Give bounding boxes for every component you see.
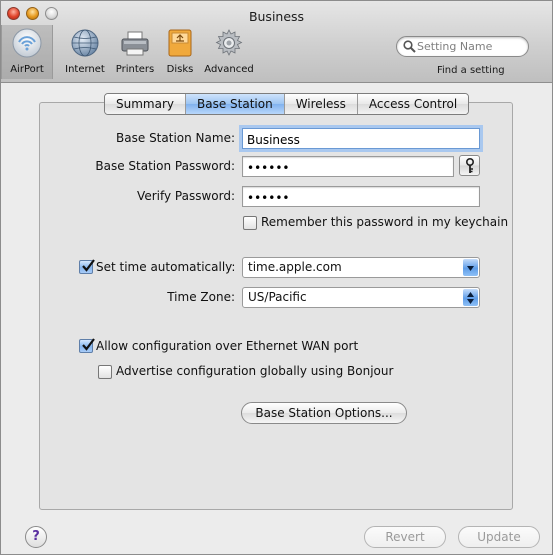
time-zone-popup[interactable]: US/Pacific (242, 287, 480, 308)
tab-wireless[interactable]: Wireless (284, 94, 358, 114)
allow-wan-config-label: Allow configuration over Ethernet WAN po… (96, 339, 359, 353)
window-title: Business (248, 9, 305, 24)
globe-icon (71, 29, 99, 57)
allow-wan-config-checkbox[interactable] (79, 338, 95, 353)
toolbar-item-advanced[interactable]: Advanced (201, 25, 257, 79)
verify-password-label: Verify Password: (137, 189, 235, 203)
time-zone-dropdown-button[interactable] (463, 289, 478, 306)
toolbar-item-internet[interactable]: Internet (61, 25, 109, 79)
checkmark-icon (82, 338, 95, 351)
magnifier-icon (403, 40, 416, 53)
tab-bar: Summary Base Station Wireless Access Con… (104, 93, 470, 115)
revert-button[interactable]: Revert (364, 526, 446, 548)
time-zone-value: US/Pacific (248, 290, 307, 304)
gear-icon (215, 29, 243, 56)
toolbar-item-label: Disks (166, 64, 194, 75)
remember-keychain-checkbox[interactable] (243, 216, 257, 230)
disk-icon (168, 29, 192, 57)
base-station-name-label: Base Station Name: (116, 131, 235, 145)
airport-icon (12, 28, 42, 58)
advertise-bonjour-label: Advertise configuration globally using B… (116, 364, 394, 378)
base-station-name-field[interactable] (242, 128, 480, 150)
keychain-button[interactable] (459, 155, 480, 176)
time-zone-label: Time Zone: (167, 290, 235, 304)
help-button[interactable]: ? (25, 526, 47, 548)
advertise-bonjour-checkbox[interactable] (98, 365, 112, 379)
base-station-name-input[interactable] (243, 130, 479, 150)
base-station-password-label: Base Station Password: (95, 159, 235, 173)
toolbar-item-airport[interactable]: AirPort (1, 25, 53, 79)
key-icon (466, 158, 474, 173)
verify-password-field[interactable] (242, 186, 480, 208)
toolbar-item-label: Internet (65, 64, 105, 75)
time-server-value: time.apple.com (248, 260, 342, 274)
base-station-password-input[interactable] (243, 158, 453, 178)
time-server-combo[interactable]: time.apple.com (242, 257, 480, 278)
time-server-dropdown-button[interactable] (463, 259, 478, 276)
toolbar: Business AirPort Internet Printers Disks… (1, 1, 552, 83)
set-time-automatically-label: Set time automatically: (96, 260, 236, 274)
toolbar-item-label: Advanced (204, 64, 254, 75)
checkmark-icon (82, 259, 95, 272)
up-down-arrows-icon (467, 292, 474, 304)
toolbar-item-label: AirPort (10, 64, 44, 75)
update-button[interactable]: Update (458, 526, 540, 548)
tab-base-station[interactable]: Base Station (186, 94, 285, 114)
verify-password-input[interactable] (243, 188, 479, 208)
remember-keychain-label: Remember this password in my keychain (261, 215, 509, 229)
tab-summary[interactable]: Summary (105, 94, 186, 114)
toolbar-item-printers[interactable]: Printers (111, 25, 159, 79)
airport-utility-window: Business AirPort Internet Printers Disks… (0, 0, 553, 555)
printer-icon (121, 31, 149, 56)
toolbar-item-disks[interactable]: Disks (161, 25, 199, 79)
search-field[interactable] (396, 36, 529, 57)
tab-access-control[interactable]: Access Control (357, 94, 469, 114)
toolbar-item-label: Printers (115, 64, 155, 75)
base-station-password-field[interactable] (242, 156, 454, 178)
set-time-automatically-checkbox[interactable] (79, 259, 95, 274)
search-input[interactable] (417, 39, 522, 54)
chevron-down-icon (467, 266, 474, 271)
search-caption: Find a setting (437, 65, 505, 76)
base-station-options-button[interactable]: Base Station Options... (241, 402, 407, 424)
